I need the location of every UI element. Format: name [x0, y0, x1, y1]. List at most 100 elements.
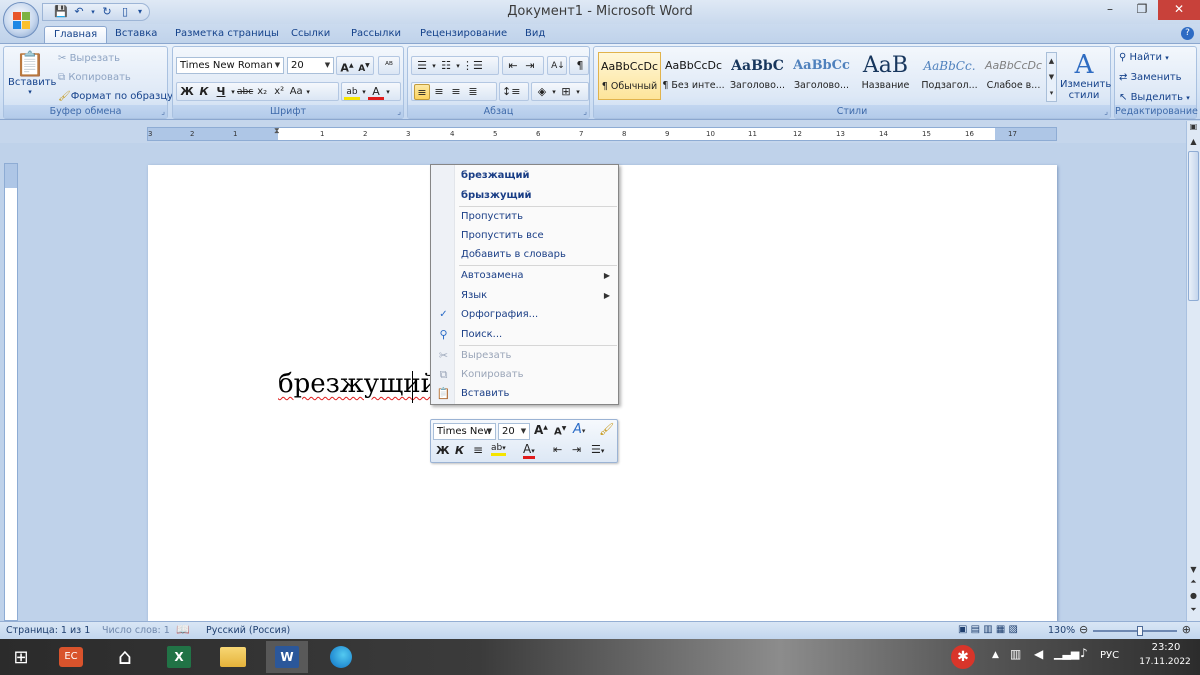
proofing-icon[interactable]: 📖 [176, 623, 190, 636]
style-no-spacing[interactable]: AaBbCcDc ¶ Без инте... [662, 52, 725, 100]
find-button[interactable]: ⚲ Найти ▾ [1119, 52, 1169, 63]
multilevel-list-icon[interactable]: ⋮☰ [462, 58, 483, 74]
tray-speaker-icon[interactable]: ♪ [1080, 646, 1088, 660]
taskbar-explorer[interactable] [212, 641, 254, 673]
change-case-button[interactable]: Aa [288, 84, 304, 100]
font-color-dropdown-icon[interactable]: ▾ [385, 84, 391, 100]
font-color-icon[interactable]: A [368, 84, 384, 100]
undo-icon[interactable]: ↶ [71, 5, 87, 19]
underline-dropdown-icon[interactable]: ▾ [230, 84, 236, 100]
close-button[interactable]: ✕ [1158, 0, 1200, 20]
add-to-dictionary-item[interactable]: Добавить в словарь [431, 245, 618, 264]
bullets-dropdown-icon[interactable]: ▾ [431, 58, 437, 74]
ignore-item[interactable]: Пропустить [431, 207, 618, 226]
cut-item[interactable]: ✂ Вырезать [431, 346, 618, 365]
scroll-thumb[interactable] [1188, 151, 1199, 301]
ruler-toggle-icon[interactable]: ▣ [1187, 122, 1200, 131]
styles-gallery-scroll[interactable]: ▲ ▼ ▾ [1046, 52, 1057, 102]
save-icon[interactable]: 💾 [53, 5, 69, 19]
sort-icon[interactable]: A↓ [550, 58, 566, 74]
shrink-font-icon[interactable]: A▼ [554, 425, 566, 437]
grow-font-icon[interactable]: A▲ [339, 58, 355, 74]
borders-dropdown-icon[interactable]: ▾ [575, 84, 581, 100]
suggestion-item[interactable]: брезжащий [431, 166, 618, 185]
indent-marker-icon[interactable]: ⧗ [274, 126, 280, 136]
taskbar-excel[interactable]: X [158, 641, 200, 673]
highlight-icon[interactable]: ab▾ [491, 443, 506, 456]
bullets-icon[interactable]: ☰ [414, 58, 430, 74]
dropdown-icon[interactable]: ▾ [89, 5, 97, 19]
office-button[interactable] [3, 2, 39, 38]
font-color-icon[interactable]: A▾ [523, 442, 535, 459]
numbering-dropdown-icon[interactable]: ▾ [455, 58, 461, 74]
format-painter-button[interactable]: 🖌Формат по образцу [58, 91, 173, 102]
style-heading-2[interactable]: AaBbCc Заголово... [790, 52, 853, 100]
underline-button[interactable]: Ч [213, 84, 229, 100]
taskbar-app[interactable]: EC [50, 641, 92, 673]
qat-customize-icon[interactable]: ▾ [135, 5, 145, 19]
cut-button[interactable]: ✂ Вырезать [58, 53, 120, 64]
style-subtle-emphasis[interactable]: AaBbCcDc Слабое в... [982, 52, 1045, 100]
tab-insert[interactable]: Вставка [106, 26, 166, 44]
next-page-icon[interactable]: ⏷ [1187, 605, 1200, 615]
redo-icon[interactable]: ↻ [99, 5, 115, 19]
paste-button[interactable]: 📋 Вставить ▾ [8, 51, 56, 96]
copy-item[interactable]: ⧉ Копировать [431, 365, 618, 384]
vertical-scrollbar[interactable]: ▣ ▲ ▼ ⏶ ● ⏷ [1186, 121, 1200, 621]
subscript-button[interactable]: x₂ [254, 84, 270, 100]
tab-review[interactable]: Рецензирование [411, 26, 516, 44]
horizontal-ruler[interactable]: 3 2 1 1 2 3 4 5 6 7 8 9 10 11 12 13 14 1… [147, 126, 1057, 141]
word-count[interactable]: Число слов: 1 [102, 625, 170, 636]
taskbar-edge[interactable] [320, 641, 362, 673]
line-spacing-icon[interactable]: ↕≡ [502, 84, 520, 100]
shading-icon[interactable]: ◈ [534, 84, 550, 100]
zoom-level[interactable]: 130% [1048, 625, 1075, 636]
clock-time[interactable]: 23:20 [1138, 642, 1194, 653]
misspelled-word[interactable]: брезжущий [278, 369, 438, 399]
style-title[interactable]: AaB Название [854, 52, 917, 100]
taskbar-home[interactable]: ⌂ [104, 641, 146, 673]
tray-volume-icon[interactable]: ◀ [1034, 647, 1043, 661]
paste-item[interactable]: 📋 Вставить [431, 384, 618, 403]
format-painter-icon[interactable]: 🖌 [599, 422, 614, 436]
language-item[interactable]: Язык ▶ [431, 286, 618, 305]
mini-font-size-combo[interactable]: 20 ▼ [498, 423, 530, 440]
dialog-launcher-icon[interactable]: ⌟ [1104, 107, 1108, 116]
dialog-launcher-icon[interactable]: ⌟ [161, 107, 165, 116]
tab-page-layout[interactable]: Разметка страницы [166, 26, 288, 44]
font-name-combo[interactable]: Times New Roman ▼ [176, 57, 284, 74]
scroll-down-icon[interactable]: ▼ [1187, 565, 1200, 574]
highlight-icon[interactable]: ab [344, 84, 360, 100]
maximize-button[interactable]: ❐ [1126, 0, 1158, 20]
tab-view[interactable]: Вид [516, 26, 554, 44]
taskbar-security[interactable]: ✱ [942, 641, 984, 673]
shading-dropdown-icon[interactable]: ▾ [551, 84, 557, 100]
font-size-combo[interactable]: 20 ▼ [287, 57, 334, 74]
tray-chevron-icon[interactable]: ▲ [992, 650, 999, 660]
pilcrow-icon[interactable]: ¶ [572, 58, 588, 74]
change-styles-button[interactable]: A Изменить стили [1060, 51, 1111, 101]
ignore-all-item[interactable]: Пропустить все [431, 226, 618, 245]
zoom-in-icon[interactable]: ⊕ [1182, 623, 1191, 636]
justify-icon[interactable]: ≣ [465, 84, 481, 100]
zoom-out-icon[interactable]: ⊖ [1079, 623, 1088, 636]
numbering-icon[interactable]: ☷ [438, 58, 454, 74]
zoom-slider[interactable]: ⊖ ⊕ [1079, 623, 1191, 636]
italic-button[interactable]: К [196, 84, 212, 100]
style-subtitle[interactable]: AaBbCc. Подзагол... [918, 52, 981, 100]
decrease-indent-icon[interactable]: ⇤ [553, 443, 562, 456]
tab-home[interactable]: Главная [44, 26, 108, 44]
mini-font-name-combo[interactable]: Times New ▼ [433, 423, 496, 440]
bullets-icon[interactable]: ☰▾ [591, 443, 604, 456]
tray-network-icon[interactable]: ▥ [1010, 647, 1021, 661]
spelling-item[interactable]: ✓ Орфография... [431, 305, 618, 324]
strikethrough-button[interactable]: abc [237, 84, 253, 100]
clear-formatting-icon[interactable]: ᴬᴮ [381, 58, 397, 74]
center-align-icon[interactable]: ≡ [473, 443, 483, 457]
change-case-dropdown-icon[interactable]: ▾ [305, 84, 311, 100]
bold-button[interactable]: Ж [179, 84, 195, 100]
view-buttons[interactable]: ▣ ▤ ▥ ▦ ▧ [958, 624, 1018, 635]
suggestion-item[interactable]: брызжущий [431, 186, 618, 205]
decrease-indent-icon[interactable]: ⇤ [505, 58, 521, 74]
increase-indent-icon[interactable]: ⇥ [522, 58, 538, 74]
